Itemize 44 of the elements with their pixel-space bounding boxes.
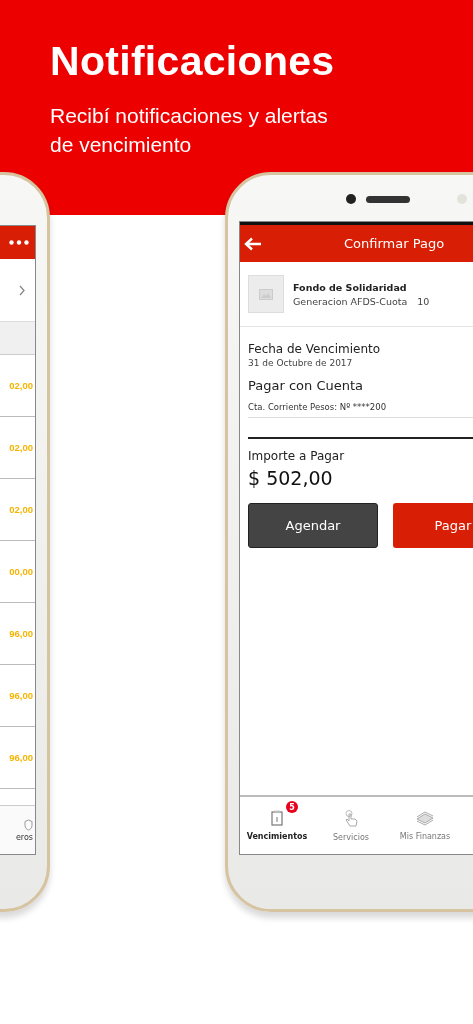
field-label: Pagar con Cuenta (248, 378, 364, 393)
amount-text: $ 502,00 (248, 467, 334, 489)
amount-text: 02,00 (9, 380, 33, 391)
primary-button[interactable]: Pagar (393, 503, 473, 548)
list-row[interactable]: 96,00 (0, 727, 35, 789)
list-row[interactable]: 96,00 (0, 665, 35, 727)
item-title: Fondo de Solidaridad (293, 281, 408, 293)
amount-text: 96,00 (9, 752, 33, 763)
amount-text: 00,00 (9, 566, 33, 577)
notification-badge: 5 (286, 801, 298, 813)
hand-pointer-icon[interactable] (344, 809, 358, 827)
camera-lens (346, 194, 356, 204)
shield-icon[interactable] (24, 818, 33, 831)
back-arrow-icon[interactable] (244, 236, 262, 251)
money-stack-icon[interactable] (416, 810, 434, 826)
banner-subtitle: Recibí notificaciones y alertas de vencimiento (50, 103, 329, 158)
amount-text: 96,00 (9, 690, 33, 701)
document-icon[interactable] (271, 810, 283, 826)
speaker-grille (366, 196, 410, 203)
nav-tab[interactable]: Servicios (314, 797, 388, 854)
chevron-right-icon[interactable] (19, 284, 25, 296)
nav-tab[interactable]: Mis Finanzas (388, 797, 462, 854)
list-row[interactable]: 02,00 (0, 417, 35, 479)
nav-tab[interactable]: 5 Vencimientos (240, 797, 314, 854)
field-label: Fecha de Vencimiento (248, 342, 382, 356)
account-text: Cta. Corriente Pesos: Nº ****200 (248, 402, 473, 418)
list-row[interactable]: 02,00 (0, 479, 35, 541)
list-row[interactable]: 00,00 (0, 541, 35, 603)
amount-text: 02,00 (9, 442, 33, 453)
image-icon (259, 288, 273, 300)
list-row[interactable]: 02,00 (0, 355, 35, 417)
banner-title: Notificaciones (50, 38, 335, 85)
amount-text: 02,00 (9, 504, 33, 515)
installment-number: 10 (417, 295, 430, 307)
due-date: 31 de Octubre de 2017 (248, 358, 354, 368)
list-row[interactable]: 96,00 (0, 603, 35, 665)
field-label: Importe a Pagar (248, 449, 346, 463)
secondary-button[interactable]: Agendar (248, 503, 378, 548)
nav-label[interactable]: eros (15, 832, 33, 842)
amount-text: 96,00 (9, 628, 33, 639)
sensor (457, 194, 467, 204)
more-icon[interactable] (9, 240, 29, 245)
item-subtitle: Generacion AFDS-Cuota (293, 295, 408, 307)
header-title: Confirmar Pago (344, 236, 445, 251)
